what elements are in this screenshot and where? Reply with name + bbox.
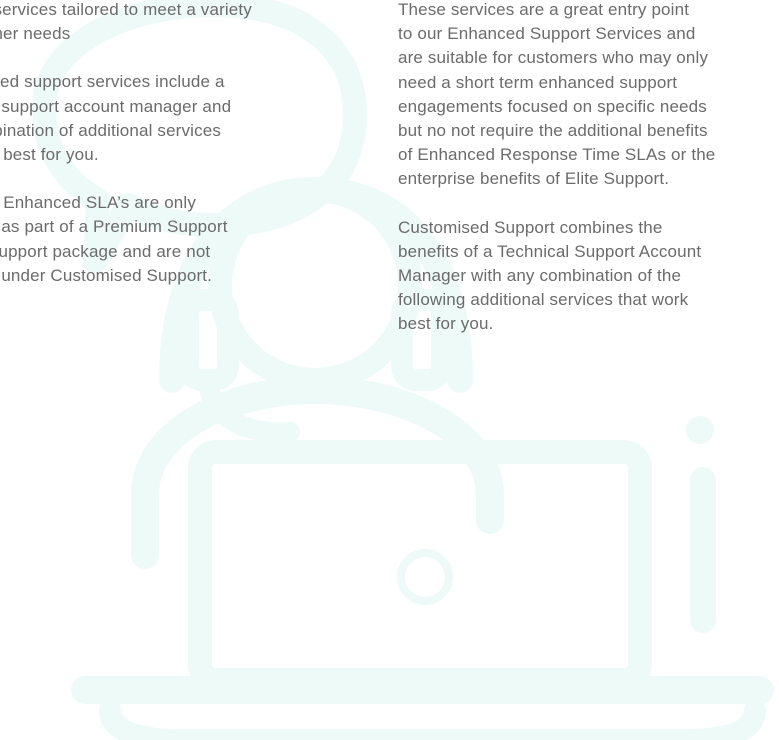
left-paragraph-customised: Customised support services include a te… bbox=[0, 72, 232, 165]
page: Support services tailored to meet a vari… bbox=[0, 0, 779, 740]
left-paragraph-intro: Support services tailored to meet a vari… bbox=[0, 0, 252, 44]
left-text-column: Support services tailored to meet a vari… bbox=[0, 0, 368, 312]
right-text-column: These services are a great entry point t… bbox=[398, 0, 779, 361]
right-paragraph-entry-point: These services are a great entry point t… bbox=[398, 0, 716, 189]
left-paragraph-note: Note that Enhanced SLA’s are only availa… bbox=[0, 193, 228, 285]
right-paragraph-combination: Customised Support combines the benefits… bbox=[398, 217, 702, 334]
